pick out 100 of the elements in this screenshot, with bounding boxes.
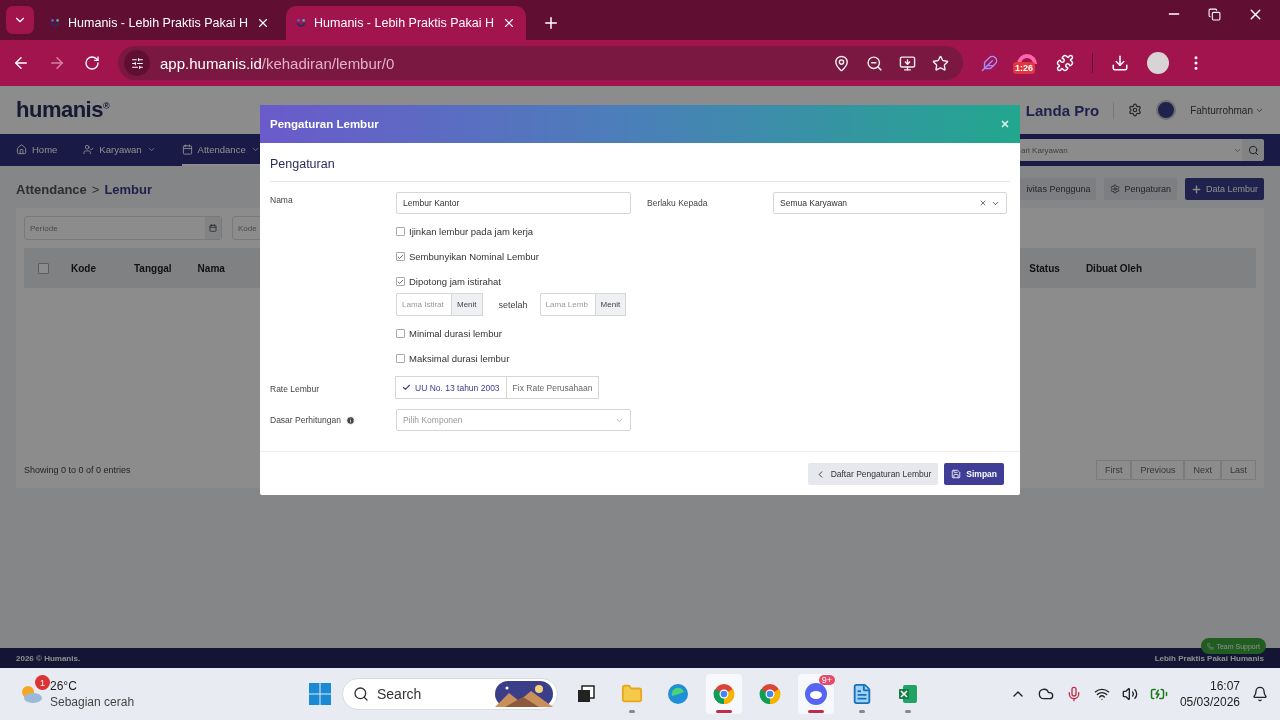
volume-icon[interactable] <box>1121 686 1138 702</box>
employee-search-field[interactable]: ari Karyawan <box>1018 139 1264 161</box>
install-app-icon[interactable] <box>899 54 916 72</box>
user-avatar[interactable] <box>1156 100 1177 120</box>
employee-select[interactable]: Semua Karyawan <box>773 192 1007 214</box>
unit-addon: Menit <box>452 293 483 316</box>
timer-badge: 1:26 <box>1013 62 1035 74</box>
download-icon[interactable] <box>1111 54 1129 72</box>
forward-icon[interactable] <box>48 54 66 72</box>
action-button[interactable]: Data Lembur <box>1184 178 1264 200</box>
column-header: Dibuat Oleh <box>1085 262 1142 274</box>
browser-icon <box>667 683 689 705</box>
close-icon[interactable] <box>256 16 270 30</box>
checkbox[interactable] <box>396 227 405 236</box>
breadcrumb-separator: > <box>91 181 100 197</box>
info-icon[interactable] <box>345 415 355 425</box>
field-label: Rate Lembur <box>270 383 321 394</box>
temperature-text: 26°C <box>50 678 78 694</box>
notification-badge: 9+ <box>818 675 835 685</box>
clear-icon[interactable] <box>979 199 987 207</box>
overtime-duration-field[interactable]: Lama Lemb <box>539 293 596 316</box>
humanis-logo: humanis$^{®}$ <box>16 97 110 123</box>
column-header: Nama <box>197 262 225 274</box>
field-label: Dasar Perhitungan <box>270 415 396 425</box>
nav-item[interactable]: Karyawan <box>83 134 156 166</box>
tab-search-button[interactable] <box>6 6 34 34</box>
name-field[interactable]: Lembur Kantor <box>396 192 631 214</box>
pagination-button[interactable]: Next <box>1184 460 1221 480</box>
home-icon <box>16 143 27 155</box>
browser-icon <box>713 683 735 705</box>
bookmark-star-icon[interactable] <box>932 54 949 72</box>
notepad-icon <box>851 683 873 705</box>
tagline-text: Lebih Praktis Pakai Humanis <box>1154 653 1264 663</box>
action-button[interactable]: ivitas Pengguna <box>1020 178 1097 200</box>
break-duration-field[interactable]: Lama Istirat <box>396 293 452 316</box>
check-icon <box>402 383 411 392</box>
rate-option[interactable]: Fix Rate Perusahaan <box>505 376 600 399</box>
browser-tab[interactable]: Humanis - Lebih Praktis Pakai H <box>40 6 280 40</box>
location-icon[interactable] <box>833 54 850 72</box>
address-bar[interactable]: app.humanis.id/kehadiran/lembur/0 <box>118 46 963 80</box>
clock[interactable]: 16:07 05/03/2026 <box>1179 678 1240 710</box>
cloud-icon[interactable] <box>1037 686 1054 702</box>
chat-icon <box>804 682 828 706</box>
user-menu[interactable]: Fahturrohman <box>1190 104 1264 116</box>
browser-icon <box>759 683 781 705</box>
unit-addon: Menit <box>595 293 627 316</box>
start-icon[interactable] <box>308 682 332 706</box>
extensions-icon[interactable] <box>1056 54 1074 72</box>
user-check-icon <box>83 143 95 155</box>
folder-icon <box>621 683 643 705</box>
close-icon[interactable] <box>502 16 516 30</box>
spreadsheet-icon <box>897 683 919 705</box>
checkbox[interactable] <box>396 277 405 286</box>
checkbox[interactable] <box>396 252 405 261</box>
new-tab-button[interactable] <box>542 14 560 32</box>
select-all-checkbox[interactable] <box>38 262 49 274</box>
column-header: Status <box>1029 262 1060 274</box>
calendar-icon <box>209 224 217 232</box>
checkbox-label: Minimal durasi lembur <box>409 328 502 339</box>
breadcrumb-current: Lembur <box>104 181 153 197</box>
weather-text: Sebagian cerah <box>50 694 135 710</box>
action-button[interactable]: Pengaturan <box>1104 178 1177 200</box>
save-button[interactable]: Simpan <box>944 463 1004 485</box>
taskbar-app[interactable]: 9+ <box>798 674 834 714</box>
extension-icon[interactable] <box>1016 52 1038 66</box>
feather-icon[interactable] <box>981 54 998 72</box>
section-title: Pengaturan <box>270 157 1010 182</box>
back-button[interactable]: Daftar Pengaturan Lembur <box>807 463 939 485</box>
column-header: Kode <box>71 262 96 274</box>
calendar-icon <box>181 143 193 155</box>
reload-icon[interactable] <box>84 55 100 71</box>
site-settings-icon[interactable] <box>124 50 150 76</box>
checkbox[interactable] <box>396 329 405 338</box>
plus-icon <box>1190 183 1202 195</box>
restore-icon[interactable] <box>1208 5 1221 23</box>
search-button[interactable] <box>1242 139 1264 161</box>
field-label: Nama <box>270 194 294 205</box>
pagination-button[interactable]: Previous <box>1131 460 1185 480</box>
notification-bell-icon[interactable] <box>1252 686 1268 702</box>
wifi-icon[interactable] <box>1093 686 1110 702</box>
phone-icon <box>1207 642 1215 650</box>
breadcrumb-link[interactable]: Attendance <box>16 181 87 197</box>
copyright-text: 2026 © Humanis. <box>16 653 81 663</box>
settings-icon <box>1110 184 1121 194</box>
zoom-out-icon[interactable] <box>866 54 883 72</box>
checkbox-label: Sembunyikan Nominal Lembur <box>409 251 539 262</box>
search-icon <box>353 686 369 702</box>
pagination-button[interactable]: Last <box>1221 460 1256 480</box>
component-select[interactable]: Pilih Komponen <box>396 409 631 431</box>
checkbox[interactable] <box>396 354 405 363</box>
search-field[interactable]: Search <box>342 678 558 710</box>
settings-icon[interactable] <box>1128 103 1143 117</box>
task-view-icon <box>576 684 596 704</box>
rate-option[interactable]: UU No. 13 tahun 2003 <box>395 376 507 399</box>
field-label: Berlaku Kepada <box>647 198 709 208</box>
browser-tab[interactable]: Humanis - Lebih Praktis Pakai H <box>286 6 526 40</box>
back-icon[interactable] <box>12 54 30 72</box>
profile-avatar[interactable] <box>1147 52 1169 74</box>
nav-item[interactable]: Home <box>16 134 58 166</box>
pagination-button[interactable]: First <box>1095 460 1132 480</box>
